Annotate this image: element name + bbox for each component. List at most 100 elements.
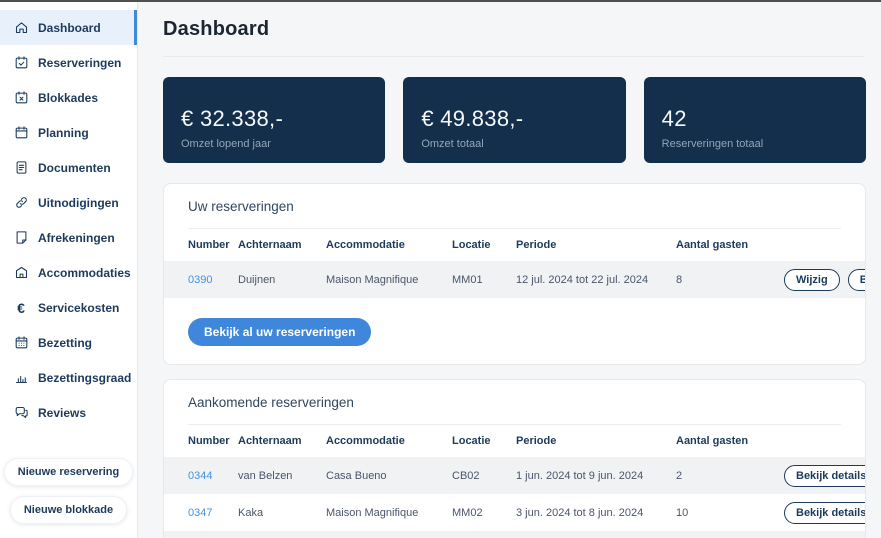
column-header-aantal-gasten: Aantal gasten bbox=[676, 435, 749, 447]
cell-accommodatie: Maison Magnifique bbox=[326, 273, 419, 286]
bekijk-details-button[interactable]: Bekijk details bbox=[784, 464, 865, 487]
cell-accommodatie: Casa Bueno bbox=[326, 469, 387, 482]
reservation-number-link[interactable]: 0347 bbox=[188, 507, 212, 519]
chat-icon bbox=[13, 405, 29, 421]
sidebar-item-blokkades[interactable]: Blokkades bbox=[0, 80, 137, 115]
calendar-check-icon bbox=[13, 55, 29, 71]
cell-periode: 12 jul. 2024 tot 22 jul. 2024 bbox=[516, 273, 649, 286]
wijzig-button[interactable]: Wijzig bbox=[784, 268, 840, 291]
calendar-icon bbox=[13, 125, 29, 141]
cell-accommodatie: Maison Magnifique bbox=[326, 506, 419, 519]
sidebar-item-label: Bezetting bbox=[38, 335, 92, 350]
stat-label: Omzet totaal bbox=[421, 138, 484, 150]
cell-aantal-gasten: 8 bbox=[676, 273, 683, 286]
app-window: Dashboard Reserveringen Blokkades Planning D… bbox=[0, 0, 881, 538]
bekijk-details-button[interactable]: Bekijk details bbox=[847, 268, 865, 291]
stat-card-reserveringen-totaal: 42 Reserveringen totaal bbox=[643, 77, 866, 163]
bar-chart-icon bbox=[13, 370, 29, 386]
stat-value: 42 bbox=[661, 106, 687, 131]
stat-card-omzet-totaal: € 49.838,- Omzet totaal bbox=[403, 77, 626, 163]
sidebar-item-reserveringen[interactable]: Reserveringen bbox=[0, 45, 137, 80]
cell-locatie: MM02 bbox=[452, 506, 483, 519]
sidebar-item-uitnodigingen[interactable]: Uitnodigingen bbox=[0, 185, 137, 220]
cell-achternaam: van Belzen bbox=[238, 469, 293, 482]
page-title: Dashboard bbox=[163, 18, 270, 40]
sidebar-item-label: Uitnodigingen bbox=[38, 195, 119, 210]
column-header-locatie: Locatie bbox=[452, 435, 491, 447]
view-all-reservations-button[interactable]: Bekijk al uw reserveringen bbox=[188, 318, 372, 346]
column-header-number: Number bbox=[188, 435, 230, 447]
cell-achternaam: Duijnen bbox=[238, 273, 276, 286]
accommodation-icon bbox=[13, 265, 29, 281]
cell-number: 0347 bbox=[188, 507, 230, 519]
sidebar-item-documenten[interactable]: Documenten bbox=[0, 150, 137, 185]
nieuwe-blokkade-button[interactable]: Nieuwe blokkade bbox=[9, 496, 128, 524]
table-row: 0390 Duijnen Maison Magnifique MM01 12 jul. … bbox=[164, 261, 865, 298]
upcoming-reservations-table-body: 0344 van Belzen Casa Bueno CB02 1 jun. 2024 … bbox=[164, 457, 865, 538]
stat-value: € 32.338,- bbox=[181, 106, 284, 131]
calendar-x-icon bbox=[13, 90, 29, 106]
sidebar-actions: Nieuwe reservering Nieuwe blokkade bbox=[0, 458, 137, 524]
cell-aantal-gasten: 2 bbox=[676, 469, 683, 482]
sidebar-item-label: Servicekosten bbox=[38, 300, 120, 315]
cell-aantal-gasten: 10 bbox=[676, 506, 689, 519]
upcoming-reservations-card: Aankomende reserveringen Number Achternaa… bbox=[163, 379, 866, 538]
column-header-achternaam: Achternaam bbox=[238, 239, 302, 251]
reservation-number-link[interactable]: 0390 bbox=[188, 274, 212, 286]
column-header-periode: Periode bbox=[516, 239, 557, 251]
main-content: Dashboard € 32.338,- Omzet lopend jaar € 4… bbox=[138, 2, 881, 538]
column-header-periode: Periode bbox=[516, 435, 557, 447]
cell-periode: 1 jun. 2024 tot 9 jun. 2024 bbox=[516, 469, 644, 482]
sidebar-item-label: Documenten bbox=[38, 160, 111, 175]
bekijk-details-button[interactable]: Bekijk details bbox=[784, 501, 865, 524]
table-row: 0347 Kaka Maison Magnifique MM02 3 jun. 2024… bbox=[164, 494, 865, 531]
column-header-achternaam: Achternaam bbox=[238, 435, 302, 447]
link-icon bbox=[13, 195, 29, 211]
cell-locatie: CB02 bbox=[452, 469, 480, 482]
home-icon bbox=[13, 20, 29, 36]
your-reservations-card: Uw reserveringen Number Achternaam Accommo… bbox=[163, 183, 866, 365]
row-actions: Bekijk details bbox=[784, 501, 865, 524]
column-header-aantal-gasten: Aantal gasten bbox=[676, 239, 749, 251]
stat-label: Reserveringen totaal bbox=[661, 138, 764, 150]
calendar-grid-icon bbox=[13, 335, 29, 351]
table-row: 0341de JongCasa BuenoCB017 jun. 2024 tot… bbox=[164, 531, 865, 538]
euro-icon: € bbox=[17, 299, 25, 316]
app-frame: Dashboard Reserveringen Blokkades Planning D… bbox=[0, 2, 881, 538]
sidebar-item-label: Planning bbox=[38, 125, 89, 140]
sidebar-item-accommodaties[interactable]: Accommodaties bbox=[0, 255, 137, 290]
sidebar-item-planning[interactable]: Planning bbox=[0, 115, 137, 150]
stat-label: Omzet lopend jaar bbox=[181, 138, 271, 150]
your-reservations-title: Uw reserveringen bbox=[188, 199, 294, 214]
sidebar-item-dashboard[interactable]: Dashboard bbox=[0, 10, 137, 45]
nieuwe-reservering-button[interactable]: Nieuwe reservering bbox=[3, 458, 134, 486]
sidebar-item-servicekosten[interactable]: € Servicekosten bbox=[0, 290, 137, 325]
column-header-number: Number bbox=[188, 239, 230, 251]
cell-periode: 3 jun. 2024 tot 8 jun. 2024 bbox=[516, 506, 644, 519]
your-reservations-table-body: 0390 Duijnen Maison Magnifique MM01 12 jul. … bbox=[164, 261, 865, 298]
reservation-number-link[interactable]: 0344 bbox=[188, 470, 212, 482]
sidebar-item-label: Reserveringen bbox=[38, 55, 122, 70]
upcoming-reservations-title: Aankomende reserveringen bbox=[188, 395, 354, 410]
column-header-locatie: Locatie bbox=[452, 239, 491, 251]
upcoming-reservations-table-header: Number Achternaam Accommodatie Locatie Perio… bbox=[164, 425, 865, 457]
header-divider bbox=[163, 56, 864, 57]
document-icon bbox=[13, 160, 29, 176]
sidebar-item-label: Bezettingsgraad bbox=[38, 370, 132, 385]
stat-cards: € 32.338,- Omzet lopend jaar € 49.838,- Omz… bbox=[163, 77, 866, 163]
sidebar-item-bezettingsgraad[interactable]: Bezettingsgraad bbox=[0, 360, 137, 395]
cell-number: 0344 bbox=[188, 470, 230, 482]
sidebar-item-label: Accommodaties bbox=[38, 265, 131, 280]
stat-card-omzet-lopend-jaar: € 32.338,- Omzet lopend jaar bbox=[163, 77, 386, 163]
sidebar-item-bezetting[interactable]: Bezetting bbox=[0, 325, 137, 360]
your-reservations-table-header: Number Achternaam Accommodatie Locatie Perio… bbox=[164, 229, 865, 261]
invoice-icon bbox=[13, 230, 29, 246]
table-row: 0344 van Belzen Casa Bueno CB02 1 jun. 2024 … bbox=[164, 457, 865, 494]
row-actions: Bekijk details bbox=[784, 464, 865, 487]
sidebar-item-reviews[interactable]: Reviews bbox=[0, 395, 137, 430]
cell-achternaam: Kaka bbox=[238, 506, 264, 519]
cell-number: 0390 bbox=[188, 274, 230, 286]
sidebar-item-label: Reviews bbox=[38, 405, 87, 420]
sidebar-item-afrekeningen[interactable]: Afrekeningen bbox=[0, 220, 137, 255]
cell-locatie: MM01 bbox=[452, 273, 483, 286]
